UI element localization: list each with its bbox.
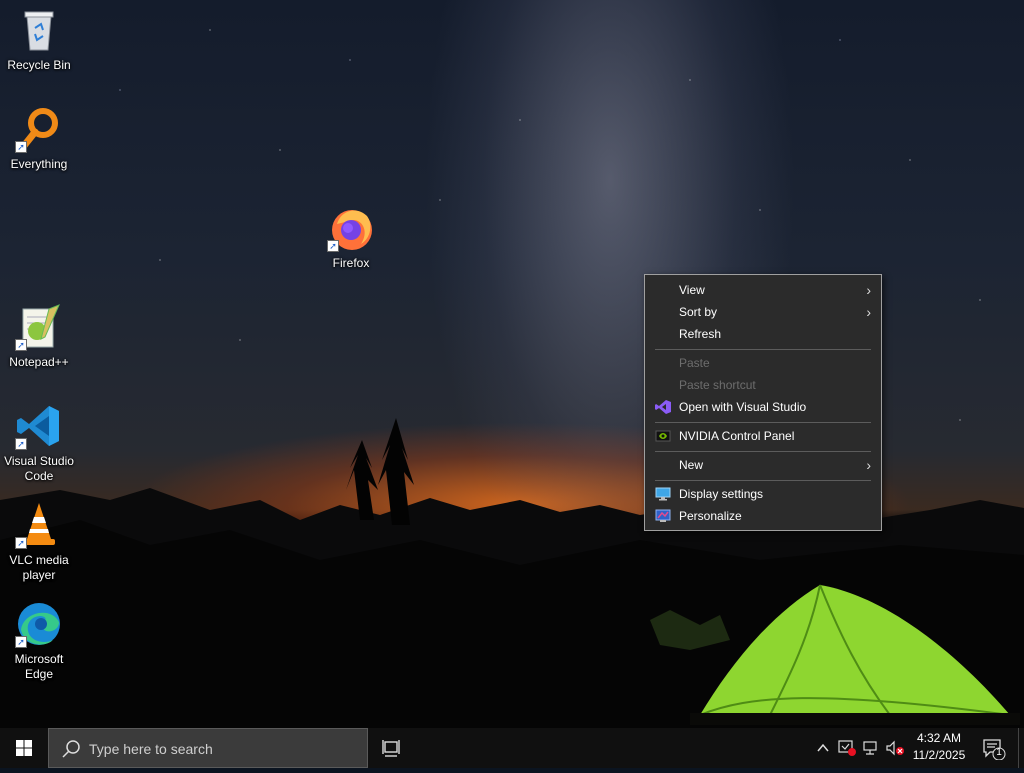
- menu-item-label: NVIDIA Control Panel: [679, 429, 795, 443]
- search-icon: [62, 740, 80, 758]
- menu-item-new[interactable]: New ›: [645, 454, 881, 476]
- desktop-context-menu: View › Sort by › Refresh Paste Paste sho…: [644, 274, 882, 531]
- menu-separator: [655, 451, 871, 452]
- shortcut-arrow-icon: ➚: [15, 141, 27, 153]
- edge-icon: ➚: [15, 600, 63, 648]
- menu-item-paste-shortcut[interactable]: Paste shortcut: [645, 374, 881, 396]
- chevron-right-icon: ›: [866, 282, 871, 298]
- shortcut-arrow-icon: ➚: [15, 636, 27, 648]
- desktop-icon-everything[interactable]: ➚ Everything: [1, 105, 77, 172]
- menu-separator: [655, 422, 871, 423]
- personalize-icon: [655, 509, 671, 522]
- desktop-icon-label: Microsoft Edge: [14, 652, 64, 681]
- taskbar-search-box[interactable]: Type here to search: [48, 728, 368, 768]
- desktop-icon-firefox[interactable]: ➚ Firefox: [313, 204, 389, 271]
- menu-item-label: Paste: [679, 356, 710, 370]
- action-center-button[interactable]: 1: [982, 738, 1006, 761]
- menu-item-sort-by[interactable]: Sort by ›: [645, 301, 881, 323]
- desktop-icon-recycle-bin[interactable]: Recycle Bin: [1, 6, 77, 73]
- menu-item-label: View: [679, 283, 705, 297]
- desktop-icon-edge[interactable]: ➚ Microsoft Edge: [1, 600, 77, 682]
- recycle-bin-icon: [15, 6, 63, 54]
- notification-count: 1: [996, 747, 1002, 758]
- chevron-right-icon: ›: [866, 457, 871, 473]
- menu-item-view[interactable]: View ›: [645, 279, 881, 301]
- shortcut-arrow-icon: ➚: [15, 438, 27, 450]
- volume-muted-icon[interactable]: [885, 740, 905, 756]
- start-button[interactable]: [0, 728, 48, 768]
- menu-item-label: Personalize: [679, 509, 742, 523]
- shortcut-arrow-icon: ➚: [15, 339, 27, 351]
- menu-item-display-settings[interactable]: Display settings: [645, 483, 881, 505]
- menu-item-label: Refresh: [679, 327, 722, 341]
- desktop-icon-vscode[interactable]: ➚ Visual Studio Code: [1, 402, 77, 484]
- notepad-plus-plus-icon: ➚: [15, 303, 63, 351]
- menu-item-label: Paste shortcut: [679, 378, 756, 392]
- menu-separator: [655, 349, 871, 350]
- network-icon[interactable]: [862, 740, 880, 756]
- shortcut-arrow-icon: ➚: [327, 240, 339, 252]
- nvidia-icon: [655, 430, 671, 442]
- desktop-icon-label: Firefox: [332, 256, 370, 270]
- clock-date: 11/2/2025: [912, 748, 966, 762]
- display-icon: [655, 487, 671, 501]
- chevron-right-icon: ›: [866, 304, 871, 320]
- firefox-icon: ➚: [327, 204, 375, 252]
- shortcut-arrow-icon: ➚: [15, 537, 27, 549]
- menu-item-label: Sort by: [679, 305, 718, 319]
- desktop-icon-label: Everything: [10, 157, 68, 171]
- menu-item-label: Open with Visual Studio: [679, 400, 807, 414]
- windows-logo-icon: [16, 740, 32, 756]
- chevron-up-icon[interactable]: [816, 740, 830, 756]
- security-alert-icon[interactable]: [838, 740, 856, 756]
- tent-image: [690, 584, 1020, 725]
- desktop-icon-notepad-plus-plus[interactable]: ➚ Notepad++: [1, 303, 77, 370]
- task-view-icon[interactable]: [380, 738, 402, 758]
- taskbar: Type here to search 4:32 AM 11/2/2025 1: [0, 728, 1024, 768]
- desktop-icon-label: VLC media player: [9, 553, 69, 582]
- desktop-icon-label: Notepad++: [9, 355, 69, 369]
- menu-item-open-with-visual-studio[interactable]: Open with Visual Studio: [645, 396, 881, 418]
- menu-item-nvidia-control-panel[interactable]: NVIDIA Control Panel: [645, 425, 881, 447]
- vlc-cone-icon: ➚: [15, 501, 63, 549]
- everything-search-icon: ➚: [15, 105, 63, 153]
- desktop-icon-label: Recycle Bin: [7, 58, 71, 72]
- vscode-icon: ➚: [15, 402, 63, 450]
- visual-studio-icon: [655, 400, 671, 414]
- taskbar-clock[interactable]: 4:32 AM 11/2/2025: [906, 730, 972, 766]
- desktop-icon-vlc[interactable]: ➚ VLC media player: [1, 501, 77, 583]
- menu-item-refresh[interactable]: Refresh: [645, 323, 881, 345]
- desktop-icon-label: Visual Studio Code: [4, 454, 74, 483]
- search-placeholder: Type here to search: [89, 741, 213, 757]
- menu-item-personalize[interactable]: Personalize: [645, 505, 881, 527]
- clock-time: 4:32 AM: [916, 731, 962, 745]
- menu-item-label: New: [679, 458, 704, 472]
- show-desktop-button[interactable]: [1018, 728, 1024, 768]
- menu-separator: [655, 480, 871, 481]
- menu-item-paste[interactable]: Paste: [645, 352, 881, 374]
- menu-item-label: Display settings: [679, 487, 764, 501]
